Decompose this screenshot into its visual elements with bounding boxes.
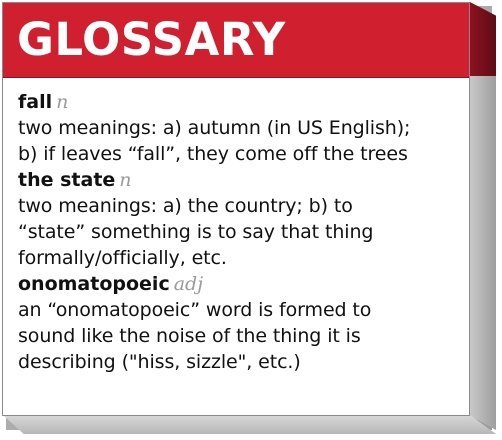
entry-definition-line: b) if leaves “fall”, they come off the t…	[18, 143, 408, 165]
glossary-title: GLOSSARY	[17, 13, 286, 66]
card-side-grey	[470, 76, 496, 430]
entry-part-of-speech: adj	[173, 273, 204, 295]
entry-part-of-speech: n	[56, 91, 69, 113]
card-bottom-edge	[4, 416, 496, 434]
glossary-entry-fall: fall n two meanings: a) autumn (in US Eng…	[18, 89, 468, 167]
entry-term: fall	[18, 91, 53, 113]
entry-definition-line: “state” something is to say that thing	[18, 221, 374, 243]
glossary-header: GLOSSARY	[3, 3, 469, 78]
entry-definition-line: sound like the noise of the thing it is	[18, 325, 361, 347]
entry-part-of-speech: n	[119, 169, 132, 191]
glossary-content: fall n two meanings: a) autumn (in US Eng…	[18, 89, 468, 375]
entry-definition-line: two meanings: a) the country; b) to	[18, 195, 353, 217]
entry-term: onomatopoeic	[18, 273, 170, 295]
entry-term: the state	[18, 169, 116, 191]
entry-definition-line: formally/officially, etc.	[18, 247, 227, 269]
entry-definition-line: two meanings: a) autumn (in US English);	[18, 117, 411, 139]
glossary-card: GLOSSARY fall n two meanings: a) autumn (…	[2, 2, 470, 416]
entry-definition-line: an “onomatopoeic” word is formed to	[18, 299, 372, 321]
glossary-entry-onomatopoeic: onomatopoeic adj an “onomatopoeic” word i…	[18, 271, 468, 375]
entry-definition-line: describing ("hiss, sizzle", etc.)	[18, 351, 301, 373]
glossary-entry-the-state: the state n two meanings: a) the country;…	[18, 167, 468, 271]
card-side-red	[470, 2, 496, 78]
